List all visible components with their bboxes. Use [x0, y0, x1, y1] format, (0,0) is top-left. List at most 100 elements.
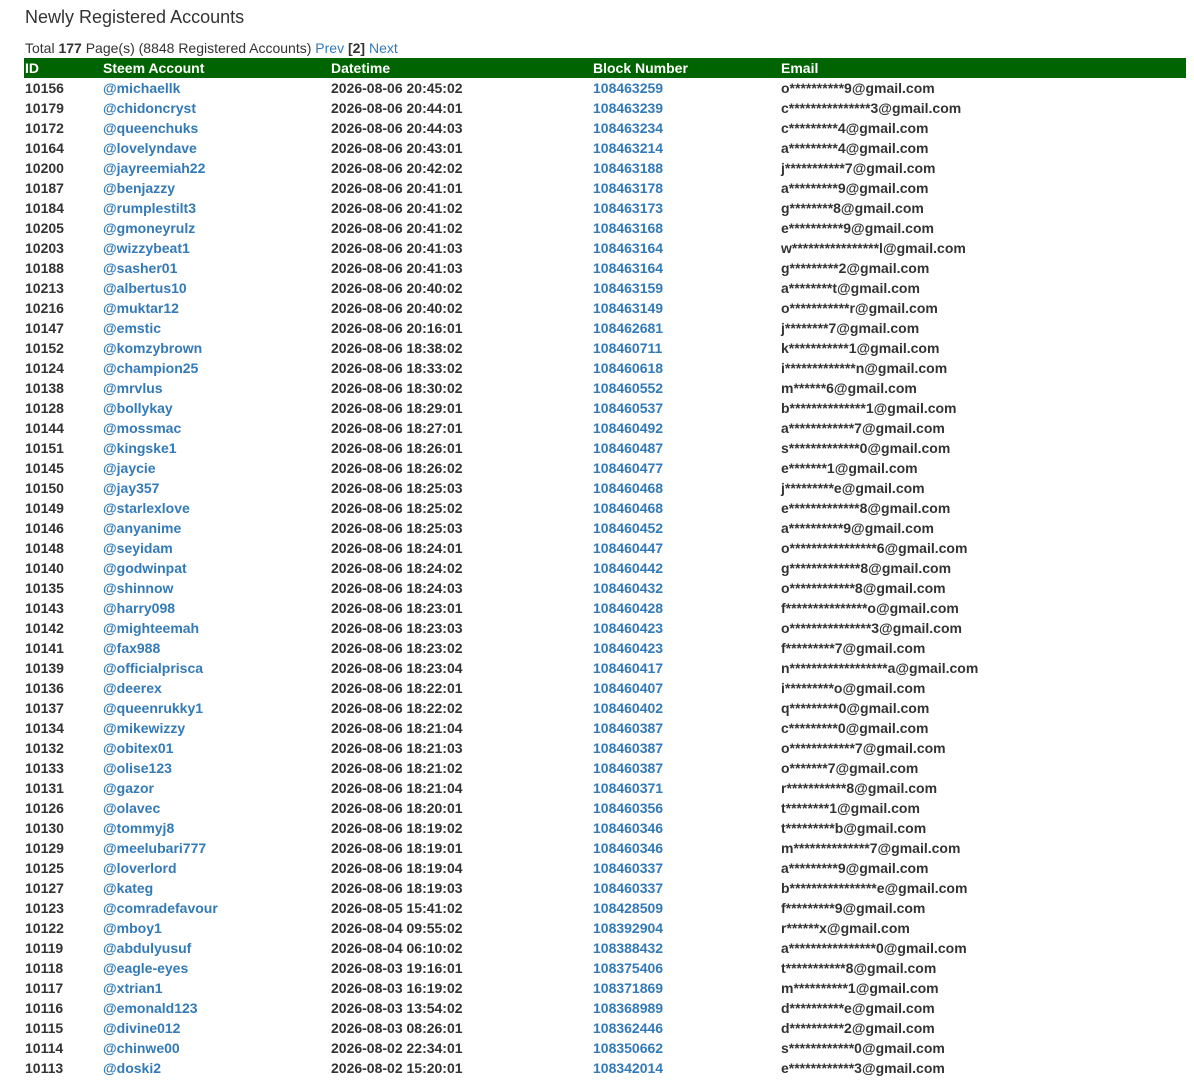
block-link[interactable]: 108428509 [593, 900, 663, 916]
block-link[interactable]: 108392904 [593, 920, 663, 936]
block-link[interactable]: 108463214 [593, 140, 663, 156]
account-link[interactable]: @tommyj8 [103, 820, 174, 836]
block-link[interactable]: 108460711 [593, 340, 662, 356]
account-link[interactable]: @meelubari777 [103, 840, 206, 856]
account-link[interactable]: @jayreemiah22 [103, 160, 205, 176]
block-link[interactable]: 108368989 [593, 1000, 663, 1016]
block-link[interactable]: 108460468 [593, 500, 663, 516]
account-link[interactable]: @officialprisca [103, 660, 203, 676]
account-link[interactable]: @champion25 [103, 360, 198, 376]
block-link[interactable]: 108463164 [593, 240, 663, 256]
block-link[interactable]: 108362446 [593, 1020, 663, 1036]
block-link[interactable]: 108460428 [593, 600, 663, 616]
block-link[interactable]: 108460618 [593, 360, 663, 376]
block-link[interactable]: 108460387 [593, 720, 663, 736]
prev-link[interactable]: Prev [315, 40, 344, 56]
block-link[interactable]: 108388432 [593, 940, 663, 956]
block-link[interactable]: 108460447 [593, 540, 663, 556]
block-link[interactable]: 108460346 [593, 840, 663, 856]
block-link[interactable]: 108460337 [593, 860, 663, 876]
block-link[interactable]: 108460442 [593, 560, 663, 576]
account-link[interactable]: @mboy1 [103, 920, 162, 936]
account-link[interactable]: @benjazzy [103, 180, 175, 196]
block-link[interactable]: 108463159 [593, 280, 663, 296]
account-link[interactable]: @anyanime [103, 520, 181, 536]
account-link[interactable]: @obitex01 [103, 740, 173, 756]
block-link[interactable]: 108460552 [593, 380, 663, 396]
account-link[interactable]: @chinwe00 [103, 1040, 180, 1056]
account-link[interactable]: @eagle-eyes [103, 960, 188, 976]
block-link[interactable]: 108463234 [593, 120, 663, 136]
account-link[interactable]: @kateg [103, 880, 153, 896]
block-link[interactable]: 108460468 [593, 480, 663, 496]
block-link[interactable]: 108460452 [593, 520, 663, 536]
account-link[interactable]: @emonald123 [103, 1000, 198, 1016]
block-link[interactable]: 108460417 [593, 660, 663, 676]
account-link[interactable]: @abdulyusuf [103, 940, 191, 956]
account-link[interactable]: @deerex [103, 680, 162, 696]
block-link[interactable]: 108371869 [593, 980, 663, 996]
account-link[interactable]: @mrvlus [103, 380, 163, 396]
account-link[interactable]: @mighteemah [103, 620, 199, 636]
account-link[interactable]: @emstic [103, 320, 161, 336]
block-link[interactable]: 108463259 [593, 80, 663, 96]
block-link[interactable]: 108460346 [593, 820, 663, 836]
account-link[interactable]: @mossmac [103, 420, 181, 436]
block-link[interactable]: 108460402 [593, 700, 663, 716]
block-link[interactable]: 108460356 [593, 800, 663, 816]
block-link[interactable]: 108463239 [593, 100, 663, 116]
account-link[interactable]: @sasher01 [103, 260, 177, 276]
account-link[interactable]: @wizzybeat1 [103, 240, 190, 256]
block-link[interactable]: 108460387 [593, 740, 663, 756]
block-link[interactable]: 108463164 [593, 260, 663, 276]
account-link[interactable]: @gazor [103, 780, 154, 796]
account-link[interactable]: @divine012 [103, 1020, 180, 1036]
account-link[interactable]: @michaellk [103, 80, 180, 96]
account-link[interactable]: @komzybrown [103, 340, 202, 356]
account-link[interactable]: @comradefavour [103, 900, 218, 916]
account-link[interactable]: @mikewizzy [103, 720, 185, 736]
block-link[interactable]: 108460537 [593, 400, 663, 416]
block-link[interactable]: 108460387 [593, 760, 663, 776]
block-link[interactable]: 108463149 [593, 300, 663, 316]
block-link[interactable]: 108342014 [593, 1060, 663, 1076]
block-link[interactable]: 108460432 [593, 580, 663, 596]
account-link[interactable]: @albertus10 [103, 280, 187, 296]
block-link[interactable]: 108460423 [593, 640, 663, 656]
block-link[interactable]: 108460477 [593, 460, 663, 476]
account-link[interactable]: @muktar12 [103, 300, 179, 316]
block-link[interactable]: 108350662 [593, 1040, 663, 1056]
account-link[interactable]: @seyidam [103, 540, 173, 556]
account-link[interactable]: @fax988 [103, 640, 160, 656]
account-link[interactable]: @queenrukky1 [103, 700, 203, 716]
account-link[interactable]: @olavec [103, 800, 160, 816]
block-link[interactable]: 108463168 [593, 220, 663, 236]
block-link[interactable]: 108463188 [593, 160, 663, 176]
account-link[interactable]: @lovelyndave [103, 140, 197, 156]
account-link[interactable]: @bollykay [103, 400, 173, 416]
account-link[interactable]: @olise123 [103, 760, 172, 776]
account-link[interactable]: @shinnow [103, 580, 173, 596]
account-link[interactable]: @queenchuks [103, 120, 198, 136]
block-link[interactable]: 108462681 [593, 320, 663, 336]
account-link[interactable]: @loverlord [103, 860, 177, 876]
block-link[interactable]: 108460407 [593, 680, 663, 696]
block-link[interactable]: 108460337 [593, 880, 663, 896]
block-link[interactable]: 108463178 [593, 180, 663, 196]
account-link[interactable]: @jay357 [103, 480, 159, 496]
block-link[interactable]: 108460487 [593, 440, 663, 456]
account-link[interactable]: @jaycie [103, 460, 156, 476]
block-link[interactable]: 108375406 [593, 960, 663, 976]
account-link[interactable]: @gmoneyrulz [103, 220, 195, 236]
account-link[interactable]: @chidoncryst [103, 100, 196, 116]
account-link[interactable]: @doski2 [103, 1060, 161, 1076]
block-link[interactable]: 108460423 [593, 620, 663, 636]
account-link[interactable]: @rumplestilt3 [103, 200, 196, 216]
block-link[interactable]: 108460371 [593, 780, 663, 796]
account-link[interactable]: @starlexlove [103, 500, 190, 516]
account-link[interactable]: @xtrian1 [103, 980, 163, 996]
block-link[interactable]: 108460492 [593, 420, 663, 436]
account-link[interactable]: @harry098 [103, 600, 175, 616]
next-link[interactable]: Next [369, 40, 398, 56]
account-link[interactable]: @kingske1 [103, 440, 177, 456]
